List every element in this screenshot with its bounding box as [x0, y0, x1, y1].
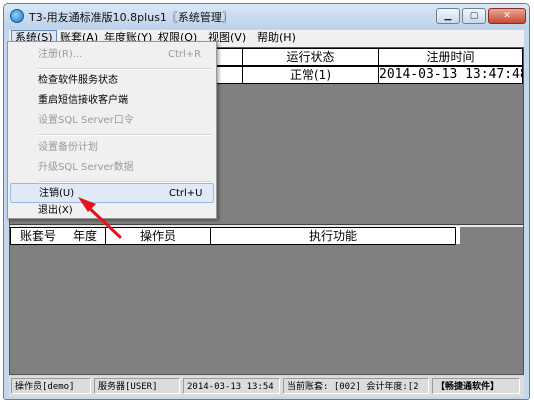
- maximize-button[interactable]: ▢: [462, 8, 486, 24]
- col-function[interactable]: 执行功能: [211, 227, 456, 245]
- menu-item-exit[interactable]: 退出(X): [10, 203, 214, 218]
- status-server: 服务器[USER]: [94, 378, 180, 394]
- menu-item-label: 注销(U): [39, 188, 75, 199]
- minimize-button[interactable]: ▁: [436, 8, 460, 24]
- status-operator: 操作员[demo]: [11, 378, 91, 394]
- menu-item-set-sql-password[interactable]: 设置SQL Server口令: [10, 111, 214, 131]
- window-title: T3-用友通标准版10.8plus1〖系统管理〗: [29, 11, 233, 24]
- menu-item-label: 重启短信接收客户端: [38, 95, 128, 106]
- menu-item-label: 退出(X): [38, 205, 73, 216]
- system-menu-dropdown: 注册(R)... Ctrl+R 检查软件服务状态 重启短信接收客户端 设置SQL…: [7, 41, 217, 219]
- menu-item-label: 升级SQL Server数据: [38, 162, 134, 173]
- menu-item-label: 检查软件服务状态: [38, 75, 118, 86]
- menu-help[interactable]: 帮助(H): [254, 30, 299, 46]
- title-bar[interactable]: T3-用友通标准版10.8plus1〖系统管理〗 ▁ ▢ ✕: [4, 4, 529, 29]
- status-product: 【畅捷通软件】: [432, 378, 520, 394]
- col-run-status[interactable]: 运行状态: [243, 48, 379, 66]
- col-operator[interactable]: 操作员: [106, 227, 211, 245]
- menu-item-shortcut: Ctrl+R: [168, 49, 202, 60]
- menu-item-label: 设置备份计划: [38, 142, 98, 153]
- menu-item-label: 设置SQL Server口令: [38, 115, 134, 126]
- menu-item-check-service[interactable]: 检查软件服务状态: [10, 71, 214, 91]
- menu-item-backup-plan[interactable]: 设置备份计划: [10, 138, 214, 158]
- menu-separator: [38, 134, 212, 136]
- menu-item-logout[interactable]: 注销(U) Ctrl+U: [10, 183, 214, 203]
- menu-item-register[interactable]: 注册(R)... Ctrl+R: [10, 45, 214, 65]
- tasks-header: 账套号 年度 操作员 执行功能: [10, 227, 460, 245]
- menu-item-label: 注册(R)...: [38, 49, 83, 60]
- status-bar: 操作员[demo] 服务器[USER] 2014-03-13 13:54 当前账…: [9, 376, 524, 397]
- session-register-time: 2014-03-13 13:47:48: [379, 66, 523, 84]
- session-status: 正常(1): [243, 66, 379, 84]
- menu-item-restart-sms[interactable]: 重启短信接收客户端: [10, 91, 214, 111]
- status-current-set: 当前账套: [002] 会计年度:[2: [283, 378, 429, 394]
- menu-separator: [38, 68, 212, 70]
- status-datetime: 2014-03-13 13:54: [183, 378, 280, 394]
- menu-item-upgrade-sql[interactable]: 升级SQL Server数据: [10, 158, 214, 178]
- menu-item-shortcut: Ctrl+U: [169, 188, 203, 199]
- col-year[interactable]: 年度: [65, 227, 106, 245]
- app-icon[interactable]: [10, 9, 24, 23]
- col-register-time[interactable]: 注册时间: [379, 48, 523, 66]
- tasks-panel: 账套号 年度 操作员 执行功能: [10, 227, 523, 374]
- close-button[interactable]: ✕: [488, 8, 526, 24]
- col-account-no[interactable]: 账套号: [10, 227, 66, 245]
